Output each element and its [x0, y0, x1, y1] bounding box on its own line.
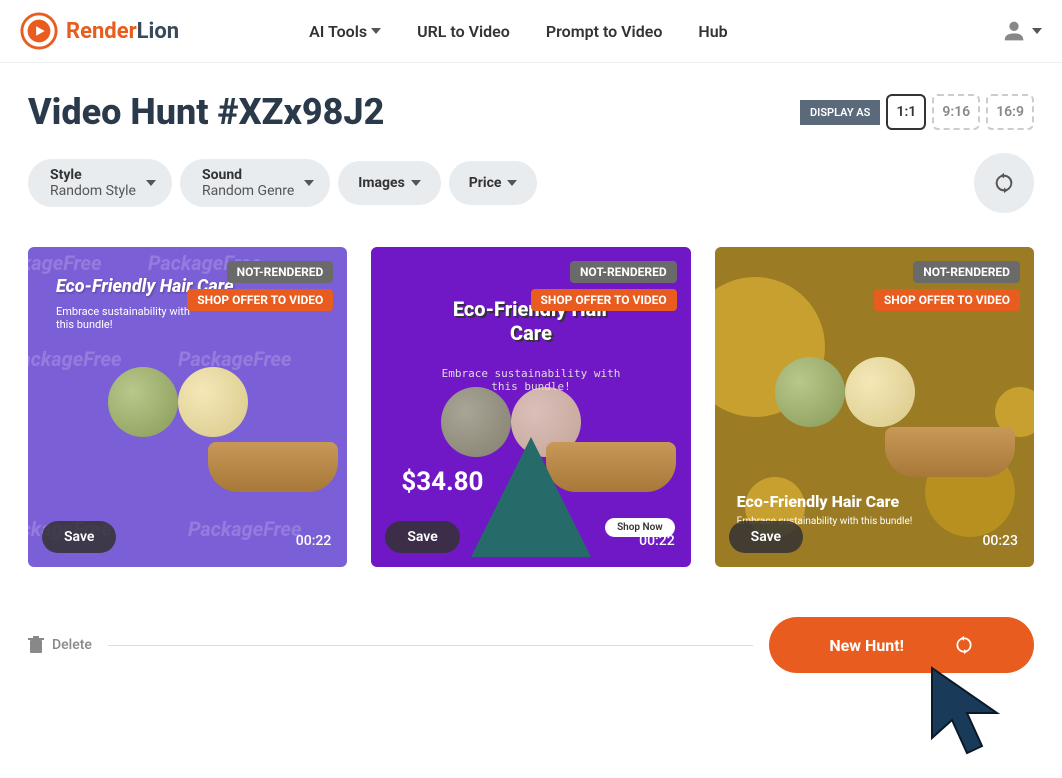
- nav-label: URL to Video: [417, 22, 510, 41]
- refresh-button[interactable]: [974, 153, 1034, 213]
- filter-label: Images: [358, 175, 404, 191]
- card-title: Eco-Friendly Hair Care: [737, 492, 900, 511]
- display-controls: DISPLAY AS 1:1 9:16 16:9: [800, 94, 1034, 130]
- delete-label: Delete: [52, 637, 92, 653]
- filter-value: Random Genre: [202, 183, 294, 199]
- chevron-down-icon: [371, 28, 381, 34]
- bottom-bar: Delete New Hunt!: [0, 581, 1062, 709]
- chevron-down-icon: [507, 180, 517, 186]
- header: RenderLion AI Tools URL to Video Prompt …: [0, 0, 1062, 63]
- video-card[interactable]: PackageFree PackageFree PackageFree Pack…: [28, 247, 347, 567]
- product-image: [108, 367, 178, 437]
- filter-label: Price: [469, 175, 502, 191]
- chevron-down-icon: [1032, 28, 1042, 34]
- filter-images[interactable]: Images: [338, 161, 440, 205]
- filter-label: Sound: [202, 167, 294, 183]
- trash-icon: [28, 636, 44, 654]
- filter-price[interactable]: Price: [449, 161, 538, 205]
- nav-label: Hub: [698, 22, 727, 41]
- filter-value: Random Style: [50, 183, 136, 199]
- type-badge: SHOP OFFER TO VIDEO: [187, 289, 333, 311]
- save-button[interactable]: Save: [42, 521, 116, 553]
- decorative-triangle: [471, 437, 591, 557]
- aspect-9-16[interactable]: 9:16: [932, 94, 980, 130]
- video-card[interactable]: Eco-Friendly Hair Care Embrace sustainab…: [715, 247, 1034, 567]
- divider: [108, 645, 754, 646]
- title-row: Video Hunt #XZx98J2 DISPLAY AS 1:1 9:16 …: [0, 63, 1062, 133]
- status-badge: NOT-RENDERED: [913, 261, 1020, 283]
- badge-stack: NOT-RENDERED SHOP OFFER TO VIDEO: [874, 261, 1020, 311]
- save-button[interactable]: Save: [729, 521, 803, 553]
- logo[interactable]: RenderLion: [20, 12, 179, 50]
- nav: AI Tools URL to Video Prompt to Video Hu…: [309, 22, 728, 41]
- nav-ai-tools[interactable]: AI Tools: [309, 22, 381, 41]
- page-title: Video Hunt #XZx98J2: [28, 91, 384, 133]
- logo-icon: [20, 12, 58, 50]
- badge-stack: NOT-RENDERED SHOP OFFER TO VIDEO: [187, 261, 333, 311]
- duration-label: 00:22: [296, 533, 332, 549]
- refresh-icon: [954, 635, 974, 655]
- chevron-down-icon: [146, 180, 156, 186]
- user-menu[interactable]: [1000, 17, 1042, 45]
- save-button[interactable]: Save: [385, 521, 459, 553]
- nav-url-to-video[interactable]: URL to Video: [417, 22, 510, 41]
- chevron-down-icon: [304, 180, 314, 186]
- product-image: [775, 357, 845, 427]
- cards-grid: PackageFree PackageFree PackageFree Pack…: [0, 233, 1062, 581]
- filter-style[interactable]: Style Random Style: [28, 159, 172, 207]
- badge-stack: NOT-RENDERED SHOP OFFER TO VIDEO: [531, 261, 677, 311]
- type-badge: SHOP OFFER TO VIDEO: [874, 289, 1020, 311]
- video-card[interactable]: Eco‑Friendly Hair Care Embrace sustainab…: [371, 247, 690, 567]
- delete-button[interactable]: Delete: [28, 636, 92, 654]
- new-hunt-label: New Hunt!: [829, 636, 904, 655]
- nav-hub[interactable]: Hub: [698, 22, 727, 41]
- product-image: [845, 357, 915, 427]
- user-icon: [1000, 17, 1028, 45]
- status-badge: NOT-RENDERED: [227, 261, 334, 283]
- nav-prompt-to-video[interactable]: Prompt to Video: [546, 22, 663, 41]
- card-subtitle: Embrace sustainability with this bundle!: [56, 305, 206, 331]
- product-image: [208, 442, 338, 492]
- chevron-down-icon: [411, 180, 421, 186]
- filter-sound[interactable]: Sound Random Genre: [180, 159, 330, 207]
- price-label: $34.80: [401, 467, 483, 497]
- filter-label: Style: [50, 167, 136, 183]
- new-hunt-button[interactable]: New Hunt!: [769, 617, 1034, 673]
- nav-label: Prompt to Video: [546, 22, 663, 41]
- duration-label: 00:22: [639, 533, 675, 549]
- filters: Style Random Style Sound Random Genre Im…: [0, 133, 1062, 233]
- display-as-label: DISPLAY AS: [800, 100, 880, 125]
- type-badge: SHOP OFFER TO VIDEO: [531, 289, 677, 311]
- status-badge: NOT-RENDERED: [570, 261, 677, 283]
- duration-label: 00:23: [982, 533, 1018, 549]
- logo-text: RenderLion: [66, 19, 179, 44]
- refresh-icon: [993, 172, 1015, 194]
- aspect-16-9[interactable]: 16:9: [986, 94, 1034, 130]
- product-image: [885, 427, 1015, 477]
- nav-label: AI Tools: [309, 22, 367, 41]
- product-image: [178, 367, 248, 437]
- aspect-1-1[interactable]: 1:1: [886, 94, 926, 130]
